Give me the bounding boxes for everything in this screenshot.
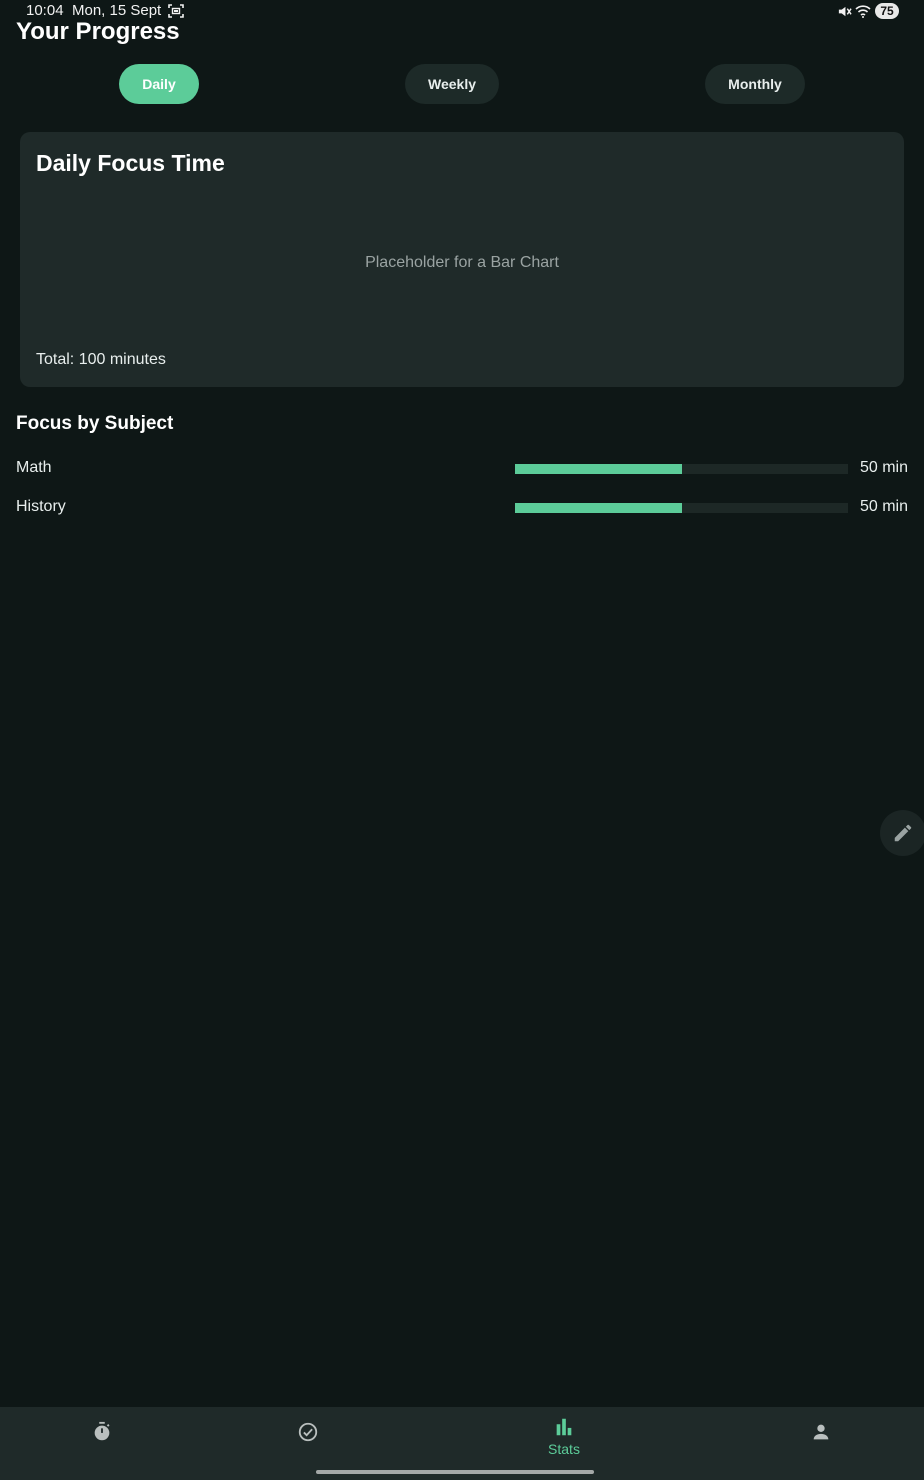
nav-stats[interactable]: Stats	[504, 1407, 624, 1467]
nav-timer[interactable]	[42, 1407, 162, 1467]
subject-minutes: 50 min	[859, 459, 908, 476]
tab-weekly[interactable]: Weekly	[405, 64, 499, 104]
home-indicator[interactable]	[316, 1470, 594, 1474]
status-date: Mon, 15 Sept	[72, 2, 162, 19]
chart-placeholder: Placeholder for a Bar Chart	[365, 254, 559, 271]
progress-screen: 10:04 Mon, 15 Sept 75 Your Progress Dail…	[0, 0, 924, 1480]
subject-progress-track	[515, 503, 848, 513]
nav-tasks[interactable]	[248, 1407, 368, 1467]
subject-progress-fill	[515, 464, 682, 474]
nav-profile[interactable]	[761, 1407, 881, 1467]
section-title: Focus by Subject	[16, 413, 174, 434]
screenshot-icon	[168, 4, 184, 18]
subject-progress-track	[515, 464, 848, 474]
status-time: 10:04	[26, 2, 64, 19]
subject-name: History	[16, 498, 66, 515]
daily-focus-card: Daily Focus Time Placeholder for a Bar C…	[20, 132, 904, 387]
subject-minutes: 50 min	[859, 498, 908, 515]
nav-stats-label: Stats	[548, 1441, 580, 1457]
subject-progress-fill	[515, 503, 682, 513]
check-circle-icon	[298, 1422, 318, 1442]
person-icon	[813, 1424, 829, 1440]
tab-monthly[interactable]: Monthly	[705, 64, 805, 104]
subject-name: Math	[16, 459, 52, 476]
pencil-icon	[894, 824, 912, 842]
subject-row-math: Math 50 min	[16, 457, 908, 481]
bar-chart-icon	[556, 1418, 572, 1436]
timer-icon	[94, 1421, 110, 1441]
wifi-icon	[855, 5, 871, 18]
tab-daily[interactable]: Daily	[119, 64, 199, 104]
mute-icon	[838, 6, 852, 17]
battery-icon: 75	[875, 3, 899, 19]
card-title: Daily Focus Time	[36, 150, 225, 176]
total-minutes: Total: 100 minutes	[36, 351, 166, 368]
edit-button[interactable]	[880, 810, 924, 856]
page-title: Your Progress	[16, 18, 180, 45]
subject-row-history: History 50 min	[16, 496, 908, 520]
